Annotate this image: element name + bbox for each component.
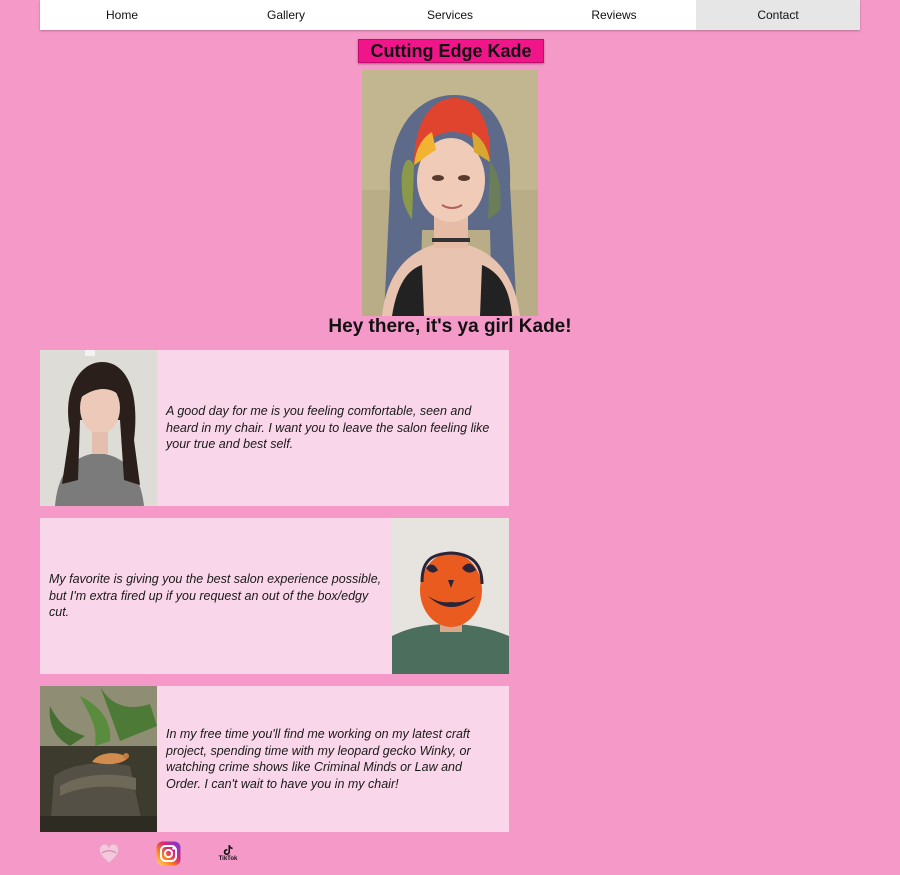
- vagaro-logo-icon[interactable]: [96, 841, 122, 865]
- tiktok-icon[interactable]: TikTok: [216, 841, 240, 865]
- nav-contact[interactable]: Contact: [696, 0, 860, 30]
- portrait-image: [362, 70, 538, 316]
- nav-reviews[interactable]: Reviews: [532, 0, 696, 30]
- nav-gallery[interactable]: Gallery: [204, 0, 368, 30]
- about-card-2: My favorite is giving you the best salon…: [40, 518, 509, 674]
- tiktok-glyph: [223, 844, 233, 855]
- hero-heading: Hey there, it's ya girl Kade!: [328, 316, 572, 337]
- card-2-text: My favorite is giving you the best salon…: [49, 518, 387, 674]
- card-1-paragraph: A good day for me is you feeling comfort…: [166, 404, 490, 452]
- nav-home[interactable]: Home: [40, 0, 204, 30]
- card-3-text: In my free time you'll find me working o…: [166, 686, 498, 832]
- about-card-3: In my free time you'll find me working o…: [40, 686, 509, 832]
- tiktok-label: TikTok: [218, 855, 238, 862]
- jackolantern-haircut-image: [392, 518, 509, 674]
- card-2-paragraph: My favorite is giving you the best salon…: [49, 572, 382, 620]
- top-nav: Home Gallery Services Reviews Contact: [40, 0, 860, 30]
- card-2-photo: [392, 518, 509, 674]
- card-1-photo: [40, 350, 157, 506]
- instagram-glyph: [156, 841, 181, 865]
- instagram-icon[interactable]: [156, 841, 181, 865]
- woman-portrait-image: [40, 350, 157, 506]
- vagaro-logo-mark: [98, 843, 120, 864]
- site-title: Cutting Edge Kade: [358, 39, 544, 63]
- gecko-terrarium-image: [40, 686, 157, 832]
- card-1-text: A good day for me is you feeling comfort…: [166, 350, 498, 506]
- card-3-photo: [40, 686, 157, 832]
- about-card-1: A good day for me is you feeling comfort…: [40, 350, 509, 506]
- portrait-photo: [362, 70, 538, 316]
- card-3-paragraph: In my free time you'll find me working o…: [166, 727, 471, 791]
- nav-services[interactable]: Services: [368, 0, 532, 30]
